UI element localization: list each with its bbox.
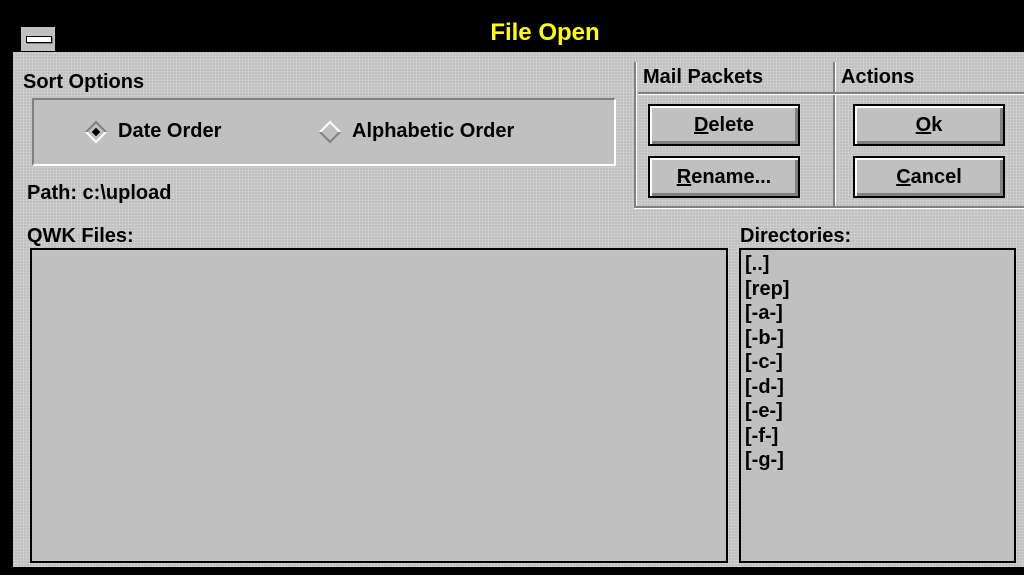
cancel-accel: C bbox=[896, 166, 911, 188]
delete-button[interactable]: Delete bbox=[648, 104, 800, 146]
actions-heading: Actions bbox=[841, 66, 915, 88]
window-title: File Open bbox=[490, 19, 600, 46]
directories-heading: Directories: bbox=[740, 225, 852, 247]
directory-item[interactable]: [-c-] bbox=[745, 350, 1014, 375]
dialog-client-area: Sort Options Date Order Alphabetic Order… bbox=[13, 52, 1024, 567]
qwk-files-heading: QWK Files: bbox=[27, 225, 134, 247]
directory-item[interactable]: [rep] bbox=[745, 277, 1014, 302]
radio-date-order-label: Date Order bbox=[118, 120, 222, 142]
cancel-button[interactable]: Cancel bbox=[853, 156, 1005, 198]
directories-items: [..] [rep] [-a-] [-b-] [-c-] [-d-] [-e-] [-f-][… bbox=[741, 250, 1014, 473]
directory-item[interactable]: [-d-] bbox=[745, 375, 1014, 400]
path-label: Path: c:\upload bbox=[27, 182, 172, 204]
sort-options-heading: Sort Options bbox=[23, 71, 145, 93]
ok-label: k bbox=[931, 114, 943, 136]
qwk-files-list[interactable] bbox=[30, 248, 728, 563]
title-bar[interactable]: File Open bbox=[5, 5, 1023, 53]
radio-selected-icon bbox=[84, 120, 108, 143]
radio-alphabetic-order-label: Alphabetic Order bbox=[352, 120, 515, 142]
ok-button[interactable]: Ok bbox=[853, 104, 1005, 146]
directory-item[interactable]: [-a-] bbox=[745, 301, 1014, 326]
divider-bottom bbox=[634, 206, 1024, 209]
delete-label: elete bbox=[708, 114, 755, 136]
directory-item[interactable]: [-g-] bbox=[745, 448, 1014, 473]
sort-options-group: Date Order Alphabetic Order bbox=[32, 98, 616, 166]
file-open-window: File Open Sort Options Date Order Alphab… bbox=[0, 0, 1024, 575]
radio-alphabetic-order[interactable]: Alphabetic Order bbox=[318, 120, 515, 143]
directory-item[interactable]: [..] bbox=[745, 252, 1014, 277]
directories-list[interactable]: [..] [rep] [-a-] [-b-] [-c-] [-d-] [-e-] [-f-][… bbox=[739, 248, 1016, 563]
directory-item[interactable]: [-f-] bbox=[745, 424, 1014, 449]
directory-item[interactable]: [-e-] bbox=[745, 399, 1014, 424]
divider-mid bbox=[833, 62, 836, 208]
ok-accel: O bbox=[915, 114, 932, 136]
divider-left bbox=[634, 62, 637, 208]
rename-accel: R bbox=[676, 166, 692, 188]
directory-item[interactable]: [-b-] bbox=[745, 326, 1014, 351]
mail-packets-heading: Mail Packets bbox=[643, 66, 764, 88]
rename-button[interactable]: Rename... bbox=[648, 156, 800, 198]
divider-header bbox=[638, 92, 1024, 95]
cancel-label: ancel bbox=[910, 166, 962, 188]
radio-date-order[interactable]: Date Order bbox=[84, 120, 222, 143]
rename-label: ename... bbox=[691, 166, 772, 188]
radio-unselected-icon bbox=[318, 120, 342, 143]
delete-accel: D bbox=[693, 114, 709, 136]
